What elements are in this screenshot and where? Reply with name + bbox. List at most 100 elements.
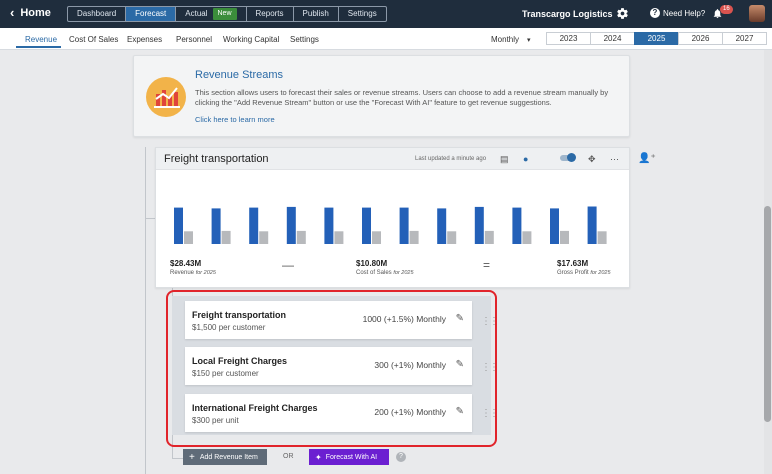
chart-card-title: Freight transportation xyxy=(164,153,269,165)
edit-icon[interactable]: ✎ xyxy=(456,313,464,324)
display-toggle[interactable] xyxy=(560,153,576,162)
gear-icon[interactable] xyxy=(616,7,629,25)
drag-handle-icon[interactable]: ⋮⋮ xyxy=(481,316,499,327)
revenue-bar xyxy=(362,207,371,244)
revenue-bar xyxy=(324,207,334,244)
stream-chart-card: Freight transportation Last updated a mi… xyxy=(155,147,630,288)
year-2025[interactable]: 2025 xyxy=(634,32,679,45)
chevron-left-icon: ‹ xyxy=(10,5,15,20)
stream-item-freight-transportation[interactable]: Freight transportation $1,500 per custom… xyxy=(185,301,472,339)
year-2023[interactable]: 2023 xyxy=(546,32,591,45)
kpi-revenue-value: $28.43M xyxy=(170,259,202,268)
cost-bar xyxy=(484,230,494,244)
kpi-gross-profit-value: $17.63M xyxy=(557,259,589,268)
forecast-with-ai-label: Forecast With AI xyxy=(325,453,378,461)
home-button[interactable]: ‹ Home xyxy=(10,6,51,19)
avatar[interactable] xyxy=(749,5,765,22)
scrollbar-thumb[interactable] xyxy=(764,206,771,422)
company-name: Transcargo Logistics xyxy=(522,9,613,19)
magic-wand-icon: ✦ xyxy=(315,452,322,462)
more-icon[interactable]: ⋯ xyxy=(610,154,619,165)
add-revenue-item-button[interactable]: + Add Revenue Item xyxy=(183,449,267,465)
cost-bar xyxy=(409,230,419,244)
top-navigation-bar: ‹ Home Dashboard Forecast Actual New Repo… xyxy=(0,0,772,28)
home-label: Home xyxy=(20,6,51,19)
stream-item-local-freight-charges[interactable]: Local Freight Charges $150 per customer … xyxy=(185,347,472,385)
minus-operator: — xyxy=(282,258,294,272)
tab-publish[interactable]: Publish xyxy=(294,7,339,21)
kpi-revenue-label: Revenue for 2025 xyxy=(170,270,216,276)
tab-reports[interactable]: Reports xyxy=(247,7,294,21)
drag-handle-icon[interactable]: ⋮⋮ xyxy=(481,362,499,373)
move-icon[interactable]: ✥ xyxy=(588,154,596,165)
tree-connector-line xyxy=(145,218,155,219)
last-updated-text: Last updated a minute ago xyxy=(415,156,487,162)
main-nav-tabs: Dashboard Forecast Actual New Reports Pub… xyxy=(67,6,387,22)
stream-name: Local Freight Charges xyxy=(192,356,288,366)
subtab-personnel[interactable]: Personnel xyxy=(176,35,212,44)
kpi-cost-label: Cost of Sales for 2025 xyxy=(356,270,414,276)
cost-bar xyxy=(259,231,269,244)
tab-dashboard[interactable]: Dashboard xyxy=(68,7,127,21)
cost-bar xyxy=(522,231,532,244)
monthly-bar-chart xyxy=(174,206,607,244)
year-2027[interactable]: 2027 xyxy=(722,32,767,45)
forecast-with-ai-button[interactable]: ✦ Forecast With AI xyxy=(309,449,389,465)
comment-icon[interactable]: ▤ xyxy=(500,154,509,165)
revenue-streams-info-card: Revenue Streams This section allows user… xyxy=(133,55,630,137)
kpi-cost-value: $10.80M xyxy=(356,259,388,268)
revenue-bar xyxy=(437,208,447,244)
info-description: This section allows users to forecast th… xyxy=(195,88,609,107)
revenue-bar xyxy=(399,207,409,244)
add-revenue-item-label: Add Revenue Item xyxy=(199,453,258,461)
stream-price: $150 per customer xyxy=(192,369,259,378)
stream-name: Freight transportation xyxy=(192,310,286,320)
stream-item-international-freight-charges[interactable]: International Freight Charges $300 per u… xyxy=(185,394,472,432)
subtab-expenses[interactable]: Expenses xyxy=(127,35,162,44)
palette-icon[interactable]: ● xyxy=(523,154,528,164)
tree-connector-line xyxy=(145,147,146,474)
subtab-settings[interactable]: Settings xyxy=(290,35,319,44)
drag-handle-icon[interactable]: ⋮⋮ xyxy=(481,408,499,419)
help-icon[interactable]: ? xyxy=(396,452,406,462)
person-add-icon[interactable]: 👤⁺ xyxy=(638,153,656,164)
subtab-working-capital[interactable]: Working Capital xyxy=(223,35,279,44)
chart-card-header: Freight transportation Last updated a mi… xyxy=(156,148,629,170)
stream-price: $1,500 per customer xyxy=(192,323,266,332)
cost-bar xyxy=(447,231,457,244)
year-selector: 2023 2024 2025 2026 2027 xyxy=(546,32,767,45)
tab-forecast[interactable]: Forecast xyxy=(126,7,177,21)
tab-settings[interactable]: Settings xyxy=(339,7,386,21)
revenue-bar xyxy=(286,206,296,244)
period-select[interactable]: Monthly ▾ xyxy=(491,35,531,44)
year-2026[interactable]: 2026 xyxy=(678,32,723,45)
edit-icon[interactable]: ✎ xyxy=(456,406,464,417)
stream-volume: 200 (+1%) Monthly xyxy=(374,407,446,417)
question-icon: ? xyxy=(650,8,660,18)
stream-volume: 300 (+1%) Monthly xyxy=(374,360,446,370)
cost-bar xyxy=(560,230,569,244)
edit-icon[interactable]: ✎ xyxy=(456,359,464,370)
stream-name: International Freight Charges xyxy=(192,403,318,413)
revenue-bar xyxy=(174,207,183,244)
revenue-bar xyxy=(512,207,522,244)
revenue-bar xyxy=(249,207,259,244)
subtab-revenue[interactable]: Revenue xyxy=(25,35,57,44)
year-2024[interactable]: 2024 xyxy=(590,32,635,45)
help-label: Need Help? xyxy=(663,8,706,18)
help-link[interactable]: ? Need Help? xyxy=(650,8,705,18)
active-subtab-indicator xyxy=(16,46,61,48)
plus-icon: + xyxy=(189,451,195,463)
tab-actual[interactable]: Actual New xyxy=(176,7,247,21)
revenue-bar xyxy=(211,208,221,244)
cost-bar xyxy=(184,231,193,244)
stream-volume: 1000 (+1.5%) Monthly xyxy=(362,314,446,324)
learn-more-link[interactable]: Click here to learn more xyxy=(195,115,275,124)
period-value: Monthly xyxy=(491,35,520,44)
tree-connector-line xyxy=(172,458,183,459)
revenue-bar xyxy=(587,206,597,244)
subtab-cost-of-sales[interactable]: Cost Of Sales xyxy=(69,35,118,44)
cost-bar xyxy=(334,231,344,244)
cost-bar xyxy=(296,230,306,244)
equals-operator: = xyxy=(483,258,491,272)
